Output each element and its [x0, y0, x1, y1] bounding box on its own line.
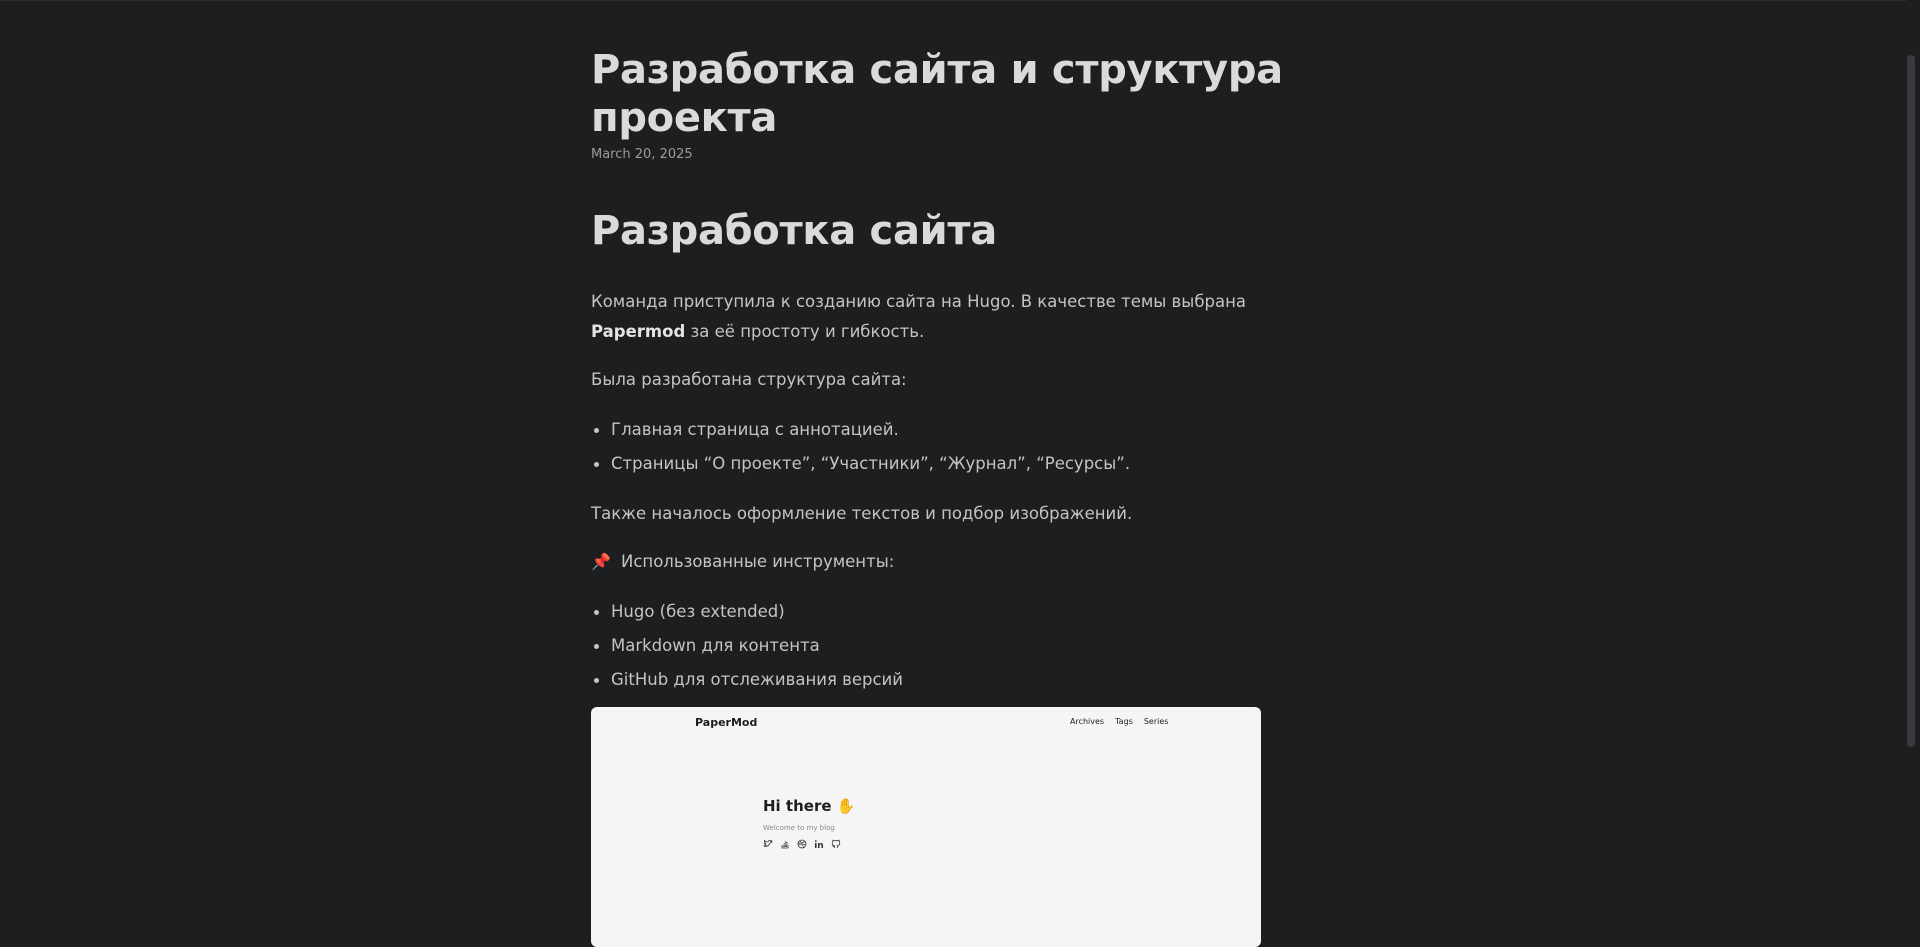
- preview-nav-tags: Tags: [1115, 717, 1133, 726]
- papermod-preview-image: PaperMod Archives Tags Series Hi there ✋…: [591, 707, 1261, 947]
- tools-label: Использованные инструменты:: [621, 552, 895, 571]
- twitter-icon: [763, 839, 773, 849]
- linkedin-icon: [814, 839, 824, 849]
- preview-greeting: Hi there ✋: [763, 797, 855, 815]
- preview-subtitle: Welcome to my blog: [763, 824, 835, 832]
- preview-nav-series: Series: [1143, 717, 1169, 726]
- post-title: Разработка сайта и структура проекта: [591, 47, 1283, 141]
- tools-paragraph: 📌 Использованные инструменты:: [591, 547, 1311, 577]
- list-item: Hugo (без extended): [591, 595, 1311, 629]
- waving-hand-icon: ✋: [836, 797, 856, 815]
- preview-social-icons: [763, 839, 841, 849]
- structure-list: Главная страница с аннотацией. Страницы …: [591, 413, 1311, 481]
- top-border: [0, 0, 1920, 1]
- list-item: Страницы “О проекте”, “Участники”, “Журн…: [591, 447, 1311, 481]
- list-item: GitHub для отслеживания версий: [591, 663, 1311, 697]
- intro-paragraph: Команда приступила к созданию сайта на H…: [591, 287, 1311, 347]
- github-icon: [831, 839, 841, 849]
- content-heading: Разработка сайта: [591, 208, 997, 254]
- preview-nav-archives: Archives: [1070, 717, 1105, 726]
- post-container: Разработка сайта и структура проекта Mar…: [591, 46, 1311, 697]
- pushpin-icon: 📌: [591, 552, 611, 571]
- preview-logo: PaperMod: [695, 716, 758, 729]
- tools-list: Hugo (без extended) Markdown для контент…: [591, 595, 1311, 697]
- post-date: March 20, 2025: [591, 147, 693, 162]
- scrollbar-thumb[interactable]: [1907, 55, 1915, 747]
- list-item: Главная страница с аннотацией.: [591, 413, 1311, 447]
- theme-name: Papermod: [591, 322, 686, 341]
- preview-nav: Archives Tags Series: [1070, 717, 1168, 726]
- dribbble-icon: [797, 839, 807, 849]
- intro-text-end: за её простоту и гибкость.: [685, 322, 925, 341]
- intro-text-start: Команда приступила к созданию сайта на H…: [591, 292, 1246, 311]
- post-content: Разработка сайта Команда приступила к со…: [591, 207, 1311, 697]
- structure-paragraph: Была разработана структура сайта:: [591, 370, 907, 389]
- also-paragraph: Также началось оформление текстов и подб…: [591, 504, 1133, 523]
- list-item: Markdown для контента: [591, 629, 1311, 663]
- preview-greeting-text: Hi there: [763, 797, 832, 815]
- stackoverflow-icon: [780, 839, 790, 849]
